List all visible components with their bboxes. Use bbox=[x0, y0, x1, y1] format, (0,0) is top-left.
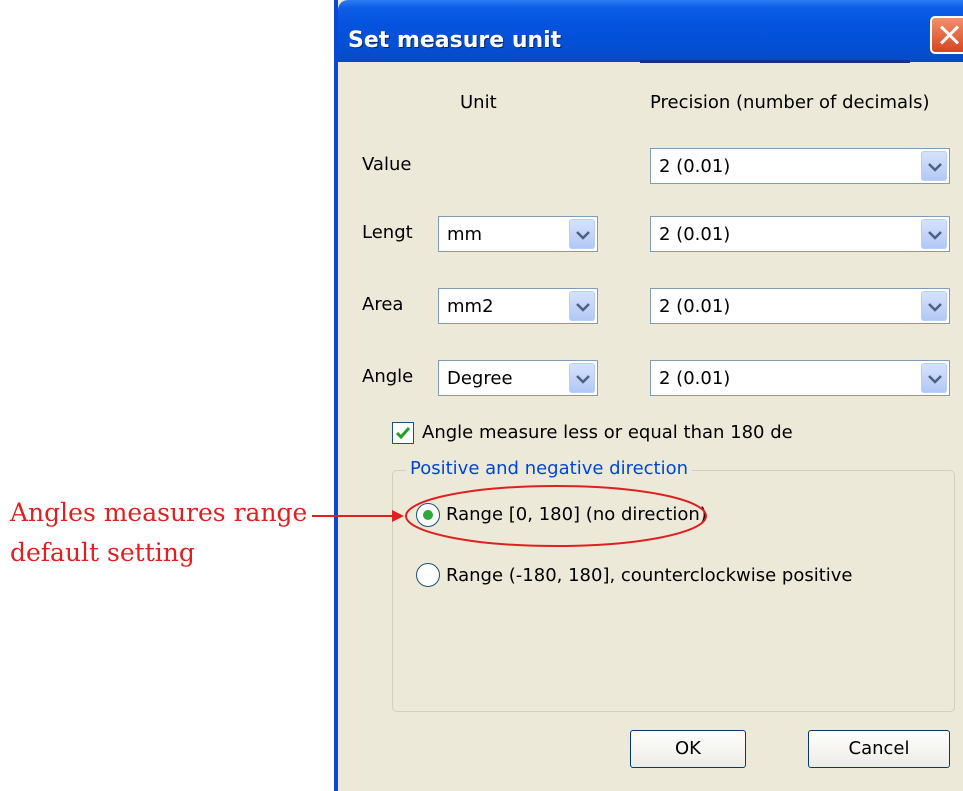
annotation-overlay bbox=[312, 485, 707, 547]
highlight-ellipse bbox=[405, 485, 707, 547]
arrow-icon bbox=[312, 510, 404, 522]
